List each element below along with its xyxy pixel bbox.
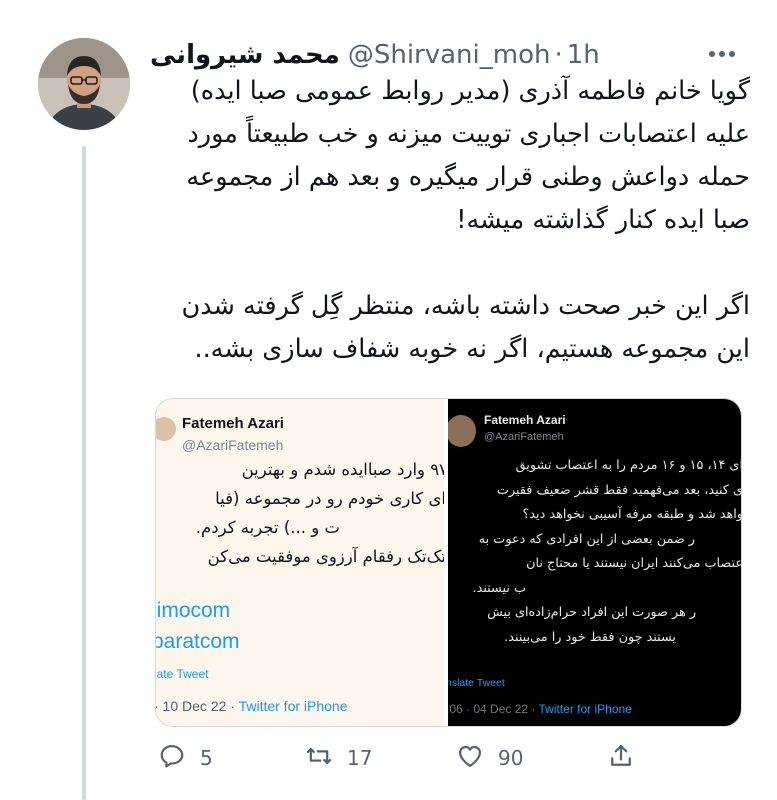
embedded-line: ۹۷ وارد صباایده شدم و بهترین (241, 460, 448, 479)
tweet-actions: 5 17 90 (150, 738, 650, 778)
embedded-line: ای کاری خودم رو در مجموعه (فیا (215, 489, 446, 508)
reply-button[interactable]: 5 (158, 738, 213, 778)
embedded-link: limocom (156, 599, 231, 622)
tweet-header: محمد شیروانی @Shirvani_moh · 1h (150, 36, 710, 74)
embedded-date: :06 · 04 Dec 22 · (448, 702, 539, 716)
embedded-name: Fatemeh Azari (484, 413, 566, 427)
retweet-count: 17 (347, 746, 373, 770)
reply-icon (158, 742, 186, 775)
share-icon (607, 742, 635, 775)
like-icon (456, 742, 484, 775)
user-handle[interactable]: @Shirvani_moh (348, 40, 551, 70)
embedded-text: ۹۷ وارد صباایده شدم و بهترین ای کاری خود… (156, 455, 444, 571)
tweet-text: گویا خانم فاطمه آذری (مدیر روابط عمومی ص… (181, 76, 750, 364)
tweet-media[interactable]: Fatemeh Azari @AzariFatemeh ۹۷ وارد صباا… (155, 398, 742, 727)
embedded-line: ای ۱۴، ۱۵ و ۱۶ مردم را به اعتصاب تشویق (515, 458, 741, 473)
embedded-source: Twitter for iPhone (538, 702, 632, 716)
embedded-name: Fatemeh Azari (182, 415, 284, 432)
retweet-button[interactable]: 17 (305, 738, 372, 778)
embedded-line: عتصاب می‌کنند ایران نیستند یا محتاج نان (526, 556, 741, 571)
media-image-left[interactable]: Fatemeh Azari @AzariFatemeh ۹۷ وارد صباا… (156, 399, 448, 726)
reply-count: 5 (200, 746, 213, 770)
embedded-avatar (448, 415, 476, 447)
embedded-avatar (156, 417, 176, 441)
embedded-line: تک‌تک رفقام آرزوی موفقیت می‌کن (207, 547, 446, 566)
embedded-source: Twitter for iPhone (238, 698, 348, 714)
embedded-line: ر هر صورت این افراد حرام‌زاده‌ای بیش (487, 605, 696, 620)
more-icon[interactable] (706, 40, 738, 68)
profile-photo (38, 38, 130, 130)
separator-dot: · (554, 40, 563, 70)
like-button[interactable]: 90 (456, 738, 523, 778)
embedded-meta: :06 · 04 Dec 22 · Twitter for iPhone (448, 702, 632, 716)
embedded-translate: late Tweet (156, 667, 209, 681)
like-count: 90 (498, 746, 524, 770)
embedded-line: ر ضمن بعضی از این افرادی که دعوت به (478, 531, 695, 547)
embedded-handle: @AzariFatemeh (182, 437, 284, 453)
timestamp[interactable]: 1h (567, 40, 600, 70)
embedded-line: یستند چون فقط خود را می‌بینند. (504, 629, 676, 645)
embedded-line: واهد شد و طبقه مرفه آسیبی نخواهد دید؟ (522, 507, 741, 522)
embedded-translate: nslate Tweet (448, 677, 505, 689)
embedded-line: ی کنید، بعد می‌فهمید فقط قشر ضعیف فقیرت (496, 482, 741, 498)
avatar[interactable] (38, 38, 130, 130)
thread-line (82, 146, 86, 800)
embedded-date: · 10 Dec 22 · (156, 698, 239, 714)
embedded-link: paratcom (156, 630, 240, 653)
embedded-handle: @AzariFatemeh (484, 431, 564, 443)
retweet-icon (305, 742, 333, 775)
embedded-meta: · 10 Dec 22 · Twitter for iPhone (156, 698, 348, 714)
embedded-line: ت و ...) تجربه کردم. (195, 518, 340, 537)
share-button[interactable] (607, 738, 635, 778)
embedded-text: ای ۱۴، ۱۵ و ۱۶ مردم را به اعتصاب تشویق ی… (448, 454, 741, 650)
media-image-right[interactable]: Fatemeh Azari @AzariFatemeh ای ۱۴، ۱۵ و … (448, 399, 741, 726)
embedded-line: ب نیستند. (472, 580, 526, 596)
display-name[interactable]: محمد شیروانی (150, 40, 340, 70)
